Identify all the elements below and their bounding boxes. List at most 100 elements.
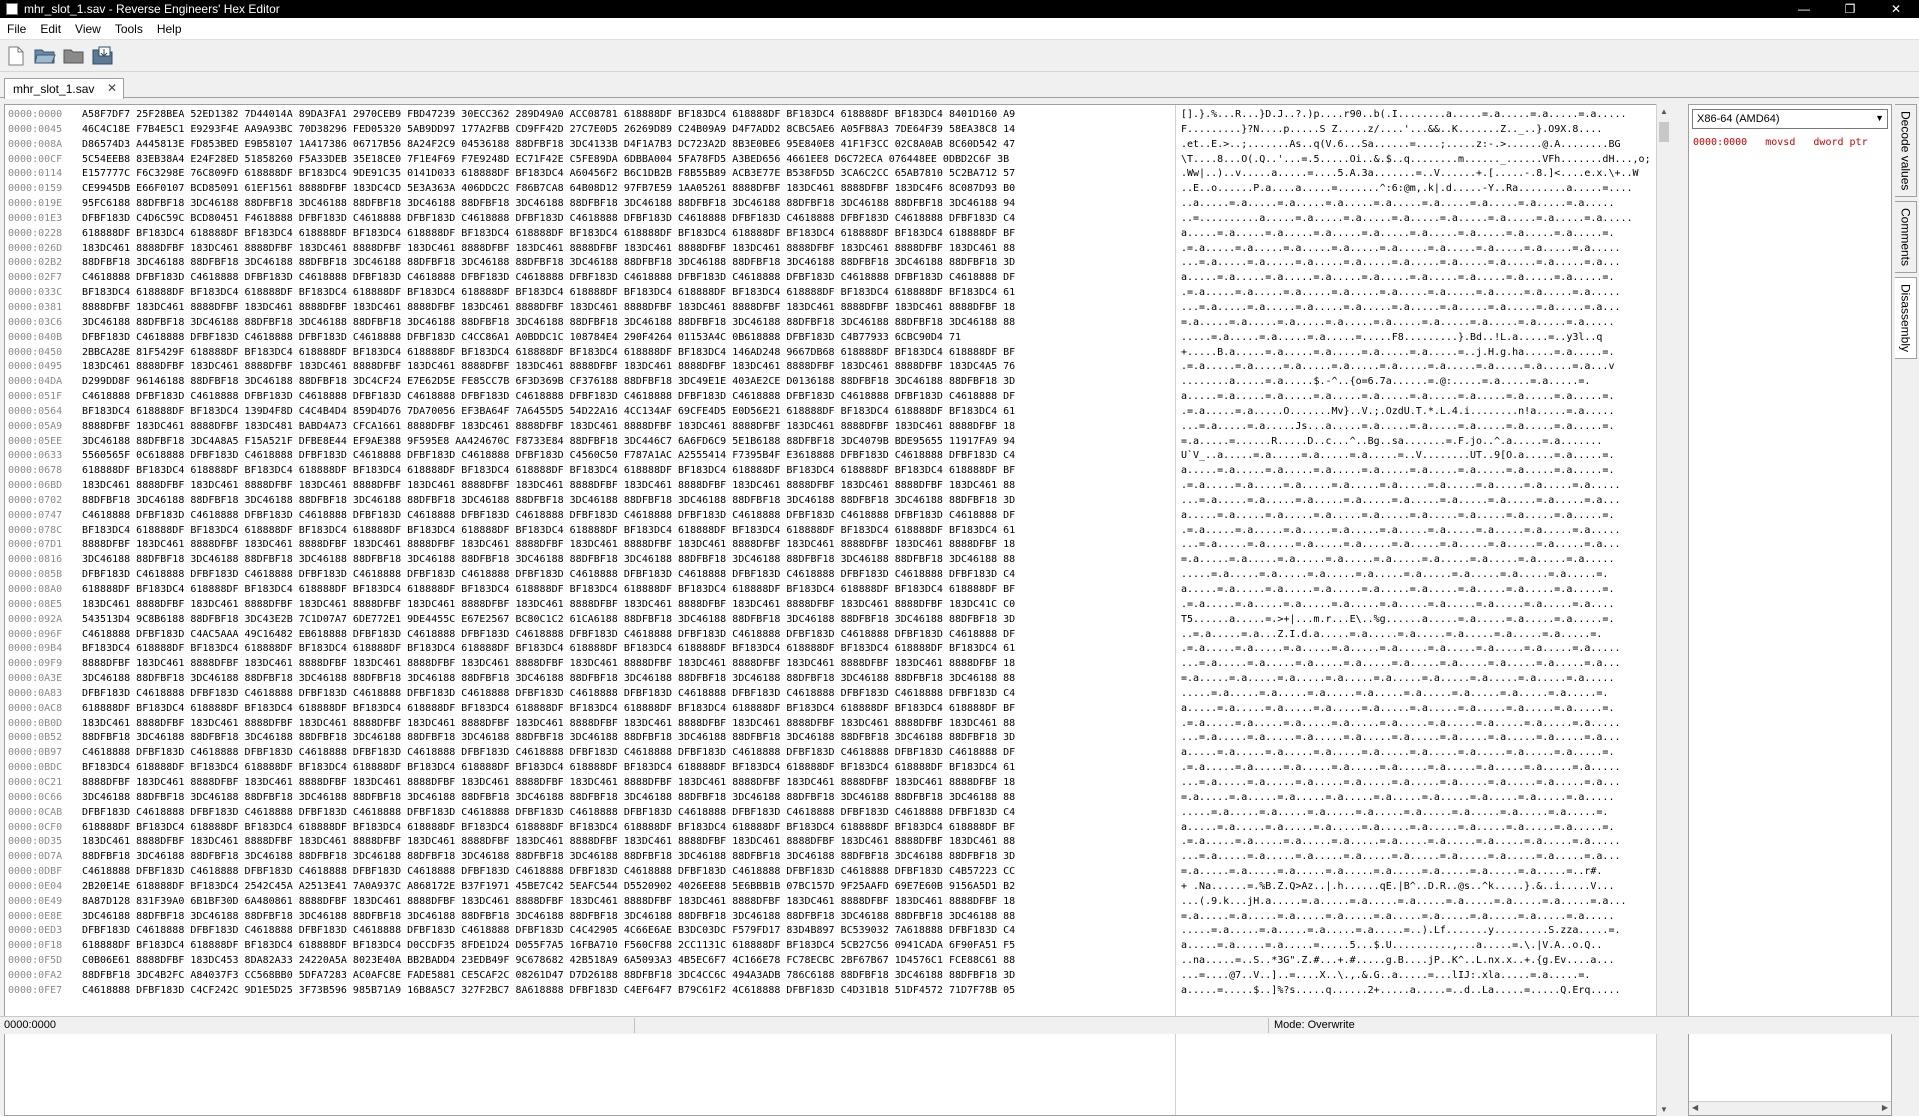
hex-row[interactable]: 8888DFBF 183DC461 8888DFBF 183DC481 BABD… — [82, 420, 1166, 435]
hex-view[interactable]: 0000:0000 0000:0045 0000:008A 0000:00CF 0000… — [4, 104, 1669, 1116]
ascii-row[interactable]: +.....B.a.....=.a.....=.a.....=.a.....=.… — [1181, 346, 1657, 361]
hex-row[interactable]: 3DC46188 88DFBF18 3DC46188 88DFBF18 3DC4… — [82, 910, 1166, 925]
hex-row[interactable]: DFBF183D C4618888 DFBF183D C4618888 DFBF… — [82, 568, 1166, 583]
ascii-row[interactable]: a.....=.a.....=.a.....=.a.....=.a.....=.… — [1181, 464, 1657, 479]
hex-row[interactable]: 2BBCA28E 81F5429F 618888DF BF183DC4 6188… — [82, 346, 1166, 361]
hex-row[interactable]: 543513D4 9C8B6188 88DFBF18 3DC43E2B 7C1D… — [82, 613, 1166, 628]
tab-decode-values[interactable]: Decode values — [1895, 104, 1917, 198]
hex-row[interactable]: 88DFBF18 3DC46188 88DFBF18 3DC46188 88DF… — [82, 731, 1166, 746]
hex-row[interactable]: 183DC461 8888DFBF 183DC461 8888DFBF 183D… — [82, 479, 1166, 494]
ascii-row[interactable]: .....=.a.....=.a.....=.a.....=.a.....=.a… — [1181, 568, 1657, 583]
ascii-row[interactable]: .=.a.....=.a.....O.......Mv}..V.;.OzdU.T… — [1181, 405, 1657, 420]
ascii-row[interactable]: .Ww|..)..v.....a.....=....5.A.3a.......=… — [1181, 167, 1657, 182]
ascii-row[interactable]: a.....=.a.....=.a.....=.a.....=.a.....=.… — [1181, 271, 1657, 286]
ascii-row[interactable]: =.a.....=......R.....D..c...^..Bg..sa...… — [1181, 435, 1657, 450]
tab-disassembly[interactable]: Disassembly — [1895, 277, 1917, 360]
ascii-row[interactable]: ...=.a.....=.a.....=.a.....=.a.....=.a..… — [1181, 256, 1657, 271]
hex-row[interactable]: DFBF183D C4618888 DFBF183D C4618888 DFBF… — [82, 806, 1166, 821]
hex-row[interactable]: 618888DF BF183DC4 618888DF BF183DC4 6188… — [82, 821, 1166, 836]
side-horizontal-scrollbar[interactable]: ◀ ▶ — [1689, 1101, 1891, 1115]
ascii-row[interactable]: =.a.....=.a.....=.a.....=.a.....=.a.....… — [1181, 865, 1657, 880]
hex-row[interactable]: DFBF183D C4D6C59C BCD80451 F4618888 DFBF… — [82, 212, 1166, 227]
scroll-left-icon[interactable]: ◀ — [1692, 1103, 1698, 1112]
scroll-up-icon[interactable]: ▲ — [1657, 104, 1671, 118]
ascii-row[interactable]: T5......a.....=.>+|...m.r...E\..%g......… — [1181, 613, 1657, 628]
hex-row[interactable]: 183DC461 8888DFBF 183DC461 8888DFBF 183D… — [82, 360, 1166, 375]
hex-row[interactable]: E157777C F6C3298E 76C809FD 618888DF BF18… — [82, 167, 1166, 182]
hex-row[interactable]: 5C54EEB8 83EB38A4 E24F28ED 51858260 F5A3… — [82, 153, 1166, 168]
ascii-column[interactable]: [].}.%...R...}D.J..?.)p....r90..b(.I....… — [1181, 108, 1657, 999]
ascii-row[interactable]: .=.a.....=.a.....=.a.....=.a.....=.a....… — [1181, 524, 1657, 539]
save-button[interactable] — [91, 44, 115, 68]
hex-row[interactable]: 8888DFBF 183DC461 8888DFBF 183DC461 8888… — [82, 657, 1166, 672]
scroll-down-icon[interactable]: ▼ — [1657, 1102, 1671, 1116]
hex-row[interactable]: 8888DFBF 183DC461 8888DFBF 183DC461 8888… — [82, 776, 1166, 791]
ascii-row[interactable]: =.a.....=.a.....=.a.....=.a.....=.a.....… — [1181, 672, 1657, 687]
ascii-row[interactable]: .....=.a.....=.a.....=.a.....=.....F8...… — [1181, 331, 1657, 346]
disassembly-line[interactable]: 0000:0000 movsd dword ptr — [1693, 137, 1868, 148]
hex-row[interactable]: 88DFBF18 3DC46188 88DFBF18 3DC46188 88DF… — [82, 494, 1166, 509]
hex-row[interactable]: C4618888 DFBF183D C4618888 DFBF183D C461… — [82, 271, 1166, 286]
tab-close-icon[interactable]: ✕ — [107, 81, 117, 95]
ascii-row[interactable]: U`V_..a.....=.a.....=.a.....=.a.....=..V… — [1181, 449, 1657, 464]
hex-row[interactable]: BF183DC4 618888DF BF183DC4 618888DF BF18… — [82, 761, 1166, 776]
menu-edit[interactable]: Edit — [33, 22, 68, 36]
menu-file[interactable]: File — [0, 22, 33, 36]
hex-row[interactable]: 95FC6188 88DFBF18 3DC46188 88DFBF18 3DC4… — [82, 197, 1166, 212]
ascii-row[interactable]: \T....8...O(.Q..'...=.5.....Oi..&.$..q..… — [1181, 153, 1657, 168]
ascii-row[interactable]: =.a.....=.a.....=.a.....=.a.....=.a.....… — [1181, 316, 1657, 331]
hex-row[interactable]: C4618888 DFBF183D C4CF242C 9D1E5D25 3F73… — [82, 984, 1166, 999]
hex-row[interactable]: 46C4C18E F7B4E5C1 E9293F4E AA9A93BC 70D3… — [82, 123, 1166, 138]
hex-bytes-column[interactable]: A58F7DF7 25F28BEA 52ED1382 7D44014A 89DA… — [82, 108, 1166, 999]
ascii-row[interactable]: .....=.a.....=.a.....=.a.....=.a.....=.a… — [1181, 806, 1657, 821]
ascii-row[interactable]: F.........}?N....p.....S Z.....z/....'..… — [1181, 123, 1657, 138]
ascii-row[interactable]: .=.a.....=.a.....=.a.....=.a.....=.a....… — [1181, 761, 1657, 776]
hex-vertical-scrollbar[interactable]: ▲ ▼ — [1656, 104, 1670, 1116]
tab-mhr-slot-1[interactable]: mhr_slot_1.sav ✕ — [4, 78, 124, 99]
maximize-button[interactable]: ❐ — [1827, 0, 1873, 18]
ascii-row[interactable]: ...=.a.....=.a.....=.a.....=.a.....=.a..… — [1181, 657, 1657, 672]
new-file-button[interactable] — [4, 44, 28, 68]
ascii-row[interactable]: .=.a.....=.a.....=.a.....=.a.....=.a....… — [1181, 598, 1657, 613]
hex-row[interactable]: C4618888 DFBF183D C4618888 DFBF183D C461… — [82, 746, 1166, 761]
hex-row[interactable]: DFBF183D C4618888 DFBF183D C4618888 DFBF… — [82, 331, 1166, 346]
close-button[interactable]: ✕ — [1873, 0, 1919, 18]
scroll-thumb[interactable] — [1659, 122, 1669, 142]
ascii-row[interactable]: ...(.9.k...jH.a.....=.a.....=.a.....=.a.… — [1181, 895, 1657, 910]
ascii-row[interactable]: .=.a.....=.a.....=.a.....=.a.....=.a....… — [1181, 360, 1657, 375]
hex-row[interactable]: 8A87D128 831F39A0 6B1BF30D 6A480861 8888… — [82, 895, 1166, 910]
ascii-row[interactable]: [].}.%...R...}D.J..?.)p....r90..b(.I....… — [1181, 108, 1657, 123]
scroll-right-icon[interactable]: ▶ — [1882, 1103, 1888, 1112]
hex-row[interactable]: 618888DF BF183DC4 618888DF BF183DC4 6188… — [82, 464, 1166, 479]
folder-button[interactable] — [62, 44, 86, 68]
hex-row[interactable]: 8888DFBF 183DC461 8888DFBF 183DC461 8888… — [82, 301, 1166, 316]
hex-row[interactable]: BF183DC4 618888DF BF183DC4 618888DF BF18… — [82, 286, 1166, 301]
hex-row[interactable]: 183DC461 8888DFBF 183DC461 8888DFBF 183D… — [82, 835, 1166, 850]
hex-row[interactable]: 183DC461 8888DFBF 183DC461 8888DFBF 183D… — [82, 717, 1166, 732]
hex-row[interactable]: DFBF183D C4618888 DFBF183D C4618888 DFBF… — [82, 924, 1166, 939]
ascii-row[interactable]: ..a.....=.a.....=.a.....=.a.....=.a.....… — [1181, 197, 1657, 212]
ascii-row[interactable]: ........a.....=.a.....$.-^..{o=6.7a.....… — [1181, 375, 1657, 390]
ascii-row[interactable]: ..=.a.....=.a...Z.I.d.a.....=.a.....=.a.… — [1181, 628, 1657, 643]
hex-row[interactable]: 88DFBF18 3DC46188 88DFBF18 3DC46188 88DF… — [82, 256, 1166, 271]
ascii-row[interactable]: .=.a.....=.a.....=.a.....=.a.....=.a....… — [1181, 286, 1657, 301]
menu-tools[interactable]: Tools — [108, 22, 150, 36]
ascii-row[interactable]: ...=.a.....=.a.....=.a.....=.a.....=.a..… — [1181, 850, 1657, 865]
tab-comments[interactable]: Comments — [1895, 201, 1917, 274]
ascii-row[interactable]: .=.a.....=.a.....=.a.....=.a.....=.a....… — [1181, 642, 1657, 657]
hex-row[interactable]: 2B20E14E 618888DF BF183DC4 2542C45A A251… — [82, 880, 1166, 895]
ascii-row[interactable]: a.....=.a.....=.a.....=.a.....=.a.....=.… — [1181, 583, 1657, 598]
ascii-row[interactable]: .....=.a.....=.a.....=.a.....=.a.....=..… — [1181, 924, 1657, 939]
hex-row[interactable]: C0B06E61 8888DFBF 183DC453 8DA82A33 2422… — [82, 954, 1166, 969]
ascii-row[interactable]: =.a.....=.a.....=.a.....=.a.....=.a.....… — [1181, 553, 1657, 568]
hex-row[interactable]: 3DC46188 88DFBF18 3DC46188 88DFBF18 3DC4… — [82, 316, 1166, 331]
ascii-row[interactable]: =.a.....=.a.....=.a.....=.a.....=.a.....… — [1181, 791, 1657, 806]
ascii-row[interactable]: ...=.a.....=.a.....=.a.....=.a.....=.a..… — [1181, 538, 1657, 553]
hex-row[interactable]: 3DC46188 88DFBF18 3DC46188 88DFBF18 3DC4… — [82, 553, 1166, 568]
ascii-row[interactable]: + .Na......=.%B.Z.Q>Az..|.h......qE.|B^.… — [1181, 880, 1657, 895]
hex-row[interactable]: C4618888 DFBF183D C4618888 DFBF183D C461… — [82, 390, 1166, 405]
ascii-row[interactable]: .=.a.....=.a.....=.a.....=.a.....=.a....… — [1181, 835, 1657, 850]
ascii-row[interactable]: a.....=.a.....=.a.....=.....5...$.U.....… — [1181, 939, 1657, 954]
ascii-row[interactable]: a.....=.a.....=.a.....=.a.....=.a.....=.… — [1181, 509, 1657, 524]
hex-row[interactable]: 3DC46188 88DFBF18 3DC46188 88DFBF18 3DC4… — [82, 672, 1166, 687]
